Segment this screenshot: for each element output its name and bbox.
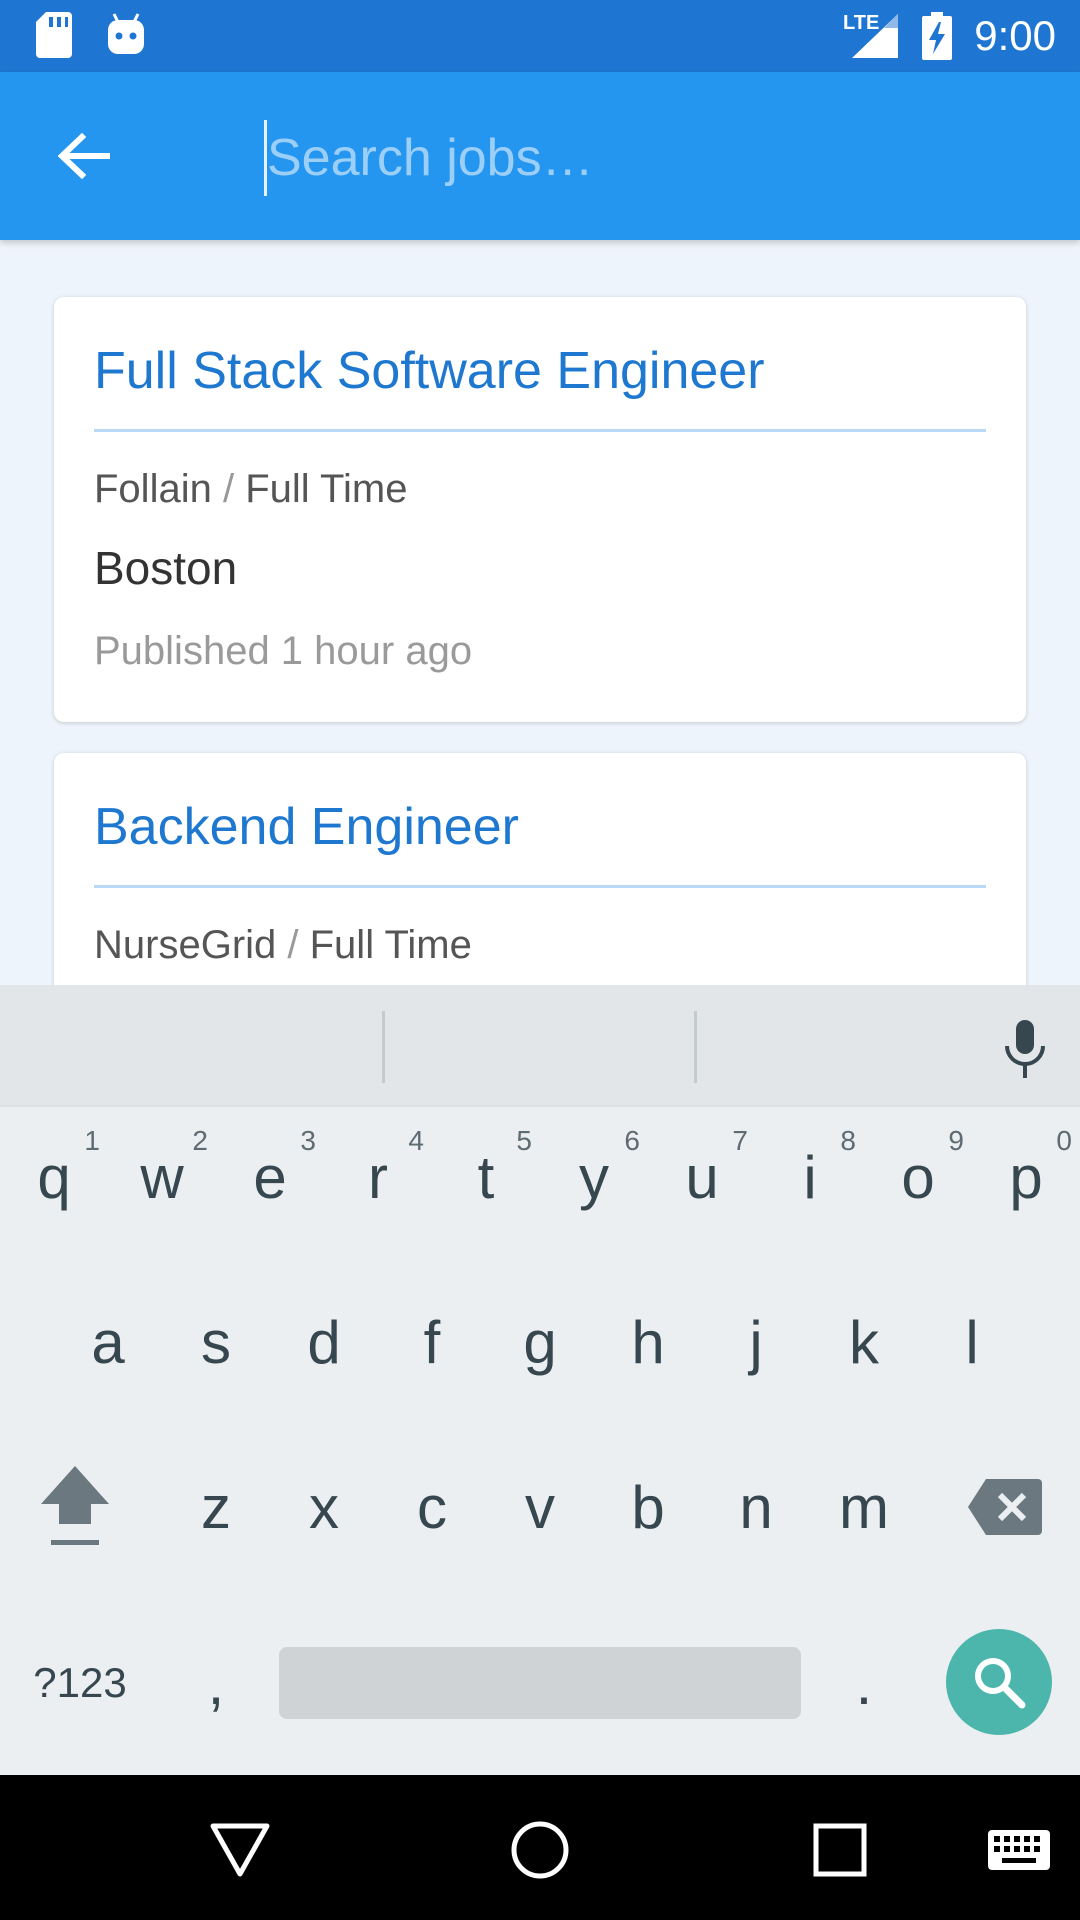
job-company-line: Follain / Full Time [94, 466, 986, 512]
job-card[interactable]: Full Stack Software Engineer Follain / F… [54, 297, 1026, 722]
key-e[interactable]: e3 [216, 1107, 324, 1247]
job-card[interactable]: Backend Engineer NurseGrid / Full Time [54, 753, 1026, 985]
key-f[interactable]: f [378, 1272, 486, 1412]
back-triangle-icon [210, 1823, 270, 1877]
space-key[interactable] [279, 1647, 801, 1719]
nav-recents-button[interactable] [785, 1795, 895, 1905]
keyboard-switch-button[interactable] [964, 1795, 1074, 1905]
key-r[interactable]: r4 [324, 1107, 432, 1247]
key-m[interactable]: m [810, 1437, 918, 1577]
key-u[interactable]: u7 [648, 1107, 756, 1247]
home-circle-icon [511, 1821, 569, 1879]
search-input[interactable] [264, 120, 1024, 196]
key-b[interactable]: b [594, 1437, 702, 1577]
symbols-key[interactable]: ?123 [10, 1613, 150, 1753]
job-company: Follain [94, 467, 212, 511]
job-type: Full Time [245, 467, 408, 511]
key-w[interactable]: w2 [108, 1107, 216, 1247]
separator: / [287, 923, 310, 967]
key-v[interactable]: v [486, 1437, 594, 1577]
key-a[interactable]: a [54, 1272, 162, 1412]
job-list: Full Stack Software Engineer Follain / F… [0, 240, 1080, 985]
comma-key[interactable]: , [162, 1613, 270, 1753]
shift-key[interactable] [20, 1437, 130, 1577]
job-location: Boston [94, 542, 238, 594]
key-j[interactable]: j [702, 1272, 810, 1412]
microphone-icon [1005, 1020, 1045, 1078]
job-company-line: NurseGrid / Full Time [94, 922, 986, 968]
suggestion-strip [0, 985, 1080, 1107]
keyboard-icon [988, 1830, 1050, 1870]
recents-square-icon [813, 1823, 867, 1877]
job-title: Backend Engineer [94, 753, 986, 888]
shift-icon [41, 1466, 109, 1545]
sd-card-icon [36, 12, 72, 58]
nav-bar [0, 1775, 1080, 1920]
key-y[interactable]: y6 [540, 1107, 648, 1247]
nav-home-button[interactable] [485, 1795, 595, 1905]
key-x[interactable]: x [270, 1437, 378, 1577]
backspace-key[interactable] [950, 1437, 1060, 1577]
key-d[interactable]: d [270, 1272, 378, 1412]
key-q[interactable]: q1 [0, 1107, 108, 1247]
app-bar [0, 72, 1080, 240]
key-l[interactable]: l [918, 1272, 1026, 1412]
job-type: Full Time [309, 923, 472, 967]
key-s[interactable]: s [162, 1272, 270, 1412]
status-bar: LTE 9:00 [0, 0, 1080, 72]
backspace-icon [968, 1479, 1042, 1535]
arrow-left-icon [58, 133, 110, 179]
suggestion-divider [694, 1011, 697, 1083]
back-button[interactable] [36, 108, 132, 204]
clock: 9:00 [974, 12, 1056, 59]
nav-back-button[interactable] [185, 1795, 295, 1905]
key-t[interactable]: t5 [432, 1107, 540, 1247]
key-c[interactable]: c [378, 1437, 486, 1577]
job-published: Published 1 hour ago [94, 629, 473, 673]
job-company: NurseGrid [94, 923, 277, 967]
android-icon [108, 13, 144, 54]
period-key[interactable]: . [810, 1613, 918, 1753]
key-n[interactable]: n [702, 1437, 810, 1577]
key-k[interactable]: k [810, 1272, 918, 1412]
search-action-key[interactable] [946, 1629, 1052, 1735]
key-g[interactable]: g [486, 1272, 594, 1412]
key-h[interactable]: h [594, 1272, 702, 1412]
voice-input-button[interactable] [990, 1015, 1060, 1085]
key-z[interactable]: z [162, 1437, 270, 1577]
key-p[interactable]: p0 [972, 1107, 1080, 1247]
key-o[interactable]: o9 [864, 1107, 972, 1247]
separator: / [222, 467, 246, 511]
battery-charging-icon [922, 12, 952, 60]
key-i[interactable]: i8 [756, 1107, 864, 1247]
soft-keyboard: q1 w2 e3 r4 t5 y6 u7 i8 o9 p0 a s d f g … [0, 985, 1080, 1775]
search-icon [975, 1658, 1026, 1709]
job-title: Full Stack Software Engineer [94, 297, 986, 432]
suggestion-divider [382, 1011, 385, 1083]
lte-signal-icon [852, 14, 898, 58]
